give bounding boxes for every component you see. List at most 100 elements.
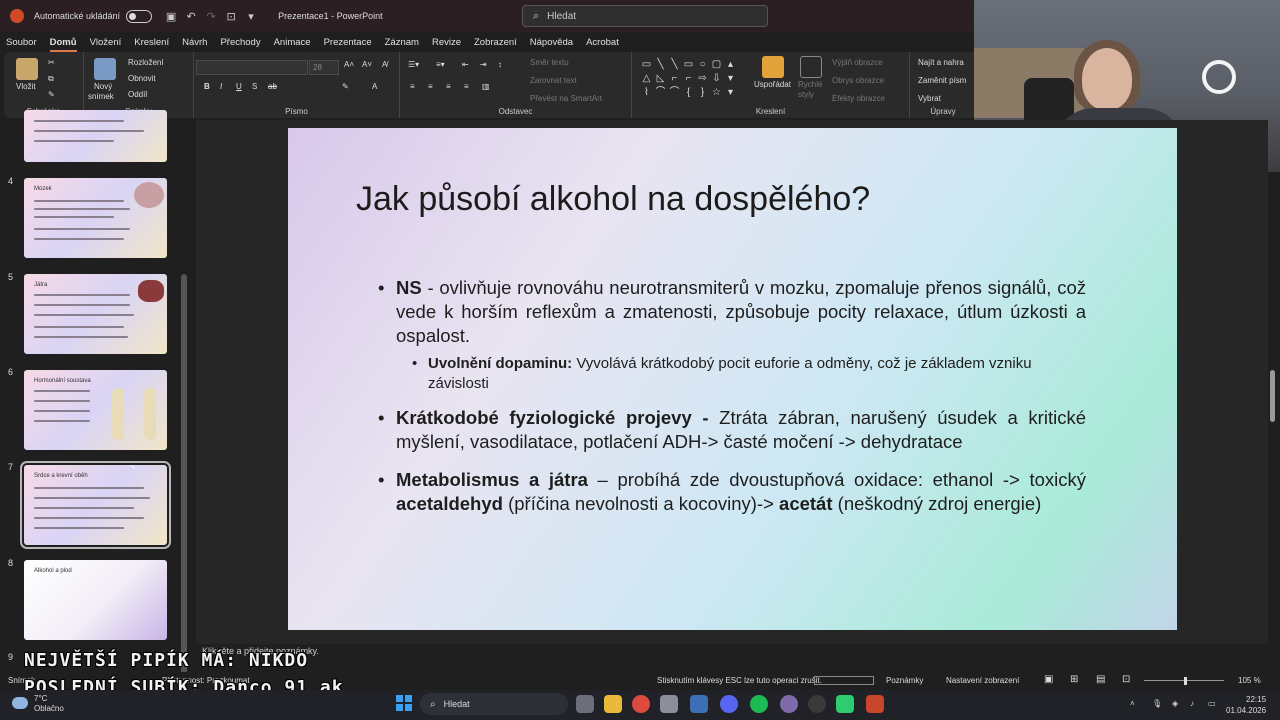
new-slide-label-2[interactable]: snímek	[88, 92, 114, 101]
align-right-button[interactable]: ≡	[446, 82, 451, 91]
file-explorer-icon[interactable]	[604, 695, 622, 713]
clock[interactable]: 22:15 01.04.2026	[1226, 694, 1266, 716]
more-shapes-icon[interactable]: ▴	[724, 58, 737, 71]
text-direction-button[interactable]: Směr textu	[530, 58, 569, 67]
brace-shape-icon[interactable]: }	[696, 86, 709, 99]
current-slide[interactable]: Jak působí alkohol na dospělého? • NS - …	[288, 128, 1177, 630]
align-center-button[interactable]: ≡	[428, 82, 433, 91]
bold-button[interactable]: B	[204, 82, 210, 91]
app-icon[interactable]	[836, 695, 854, 713]
arrow-shape-icon[interactable]: ⇩	[710, 72, 723, 85]
layout-button[interactable]: Rozložení	[128, 58, 164, 67]
oval-shape-icon[interactable]: ○	[696, 58, 709, 71]
select-button[interactable]: Vybrat	[918, 94, 941, 103]
justify-button[interactable]: ≡	[464, 82, 469, 91]
tab-zobrazeni[interactable]: Zobrazení	[474, 37, 517, 48]
tab-prezentace[interactable]: Prezentace	[324, 37, 372, 48]
align-left-button[interactable]: ≡	[410, 82, 415, 91]
font-size-field[interactable]: 28	[309, 60, 339, 75]
chrome-icon[interactable]	[632, 695, 650, 713]
app-icon[interactable]	[780, 695, 798, 713]
settings-icon[interactable]	[660, 695, 678, 713]
columns-button[interactable]: ▥	[482, 82, 490, 91]
tab-prechody[interactable]: Přechody	[220, 37, 260, 48]
battery-icon[interactable]: ▭	[1208, 698, 1216, 709]
notes-pane[interactable]: Klikněte a přidejte poznámky.	[196, 646, 1276, 662]
tab-vlozeni[interactable]: Vložení	[90, 37, 122, 48]
tab-kresleni[interactable]: Kreslení	[134, 37, 169, 48]
highlight-button[interactable]: ✎	[342, 82, 349, 91]
customize-toolbar-icon[interactable]: ▾	[244, 9, 258, 23]
slide-thumbnail[interactable]: Mozek	[24, 178, 167, 258]
search-input[interactable]: ⌕ Hledat	[522, 5, 768, 27]
italic-button[interactable]: I	[220, 82, 222, 91]
slideshow-icon[interactable]: ⊡	[1122, 674, 1130, 685]
discord-icon[interactable]	[720, 695, 738, 713]
increase-font-button[interactable]: A˄	[344, 60, 354, 69]
format-painter-icon[interactable]: ✎	[48, 90, 55, 99]
zoom-slider-thumb[interactable]	[1184, 677, 1187, 685]
paste-button[interactable]: Vložit	[16, 82, 36, 91]
curve-shape-icon[interactable]: ⌒	[654, 86, 667, 99]
increase-indent-button[interactable]: ⇥	[480, 60, 487, 69]
powerpoint-taskbar-icon[interactable]	[866, 695, 884, 713]
taskbar-search[interactable]: ⌕ Hledat	[420, 693, 568, 715]
slide-thumbnail[interactable]: Alkohol a plod	[24, 560, 167, 640]
decrease-indent-button[interactable]: ⇤	[462, 60, 469, 69]
tab-navrh[interactable]: Návrh	[182, 37, 207, 48]
textbox-shape-icon[interactable]: ▭	[640, 58, 653, 71]
photos-icon[interactable]	[690, 695, 708, 713]
section-button[interactable]: Oddíl	[128, 90, 147, 99]
windows-start-icon[interactable]	[396, 695, 412, 711]
tab-soubor[interactable]: Soubor	[6, 37, 37, 48]
slide-thumbnail[interactable]: Játra	[24, 274, 167, 354]
shadow-button[interactable]: S	[252, 82, 257, 91]
tab-revize[interactable]: Revize	[432, 37, 461, 48]
redo-icon[interactable]: ↷	[204, 9, 218, 23]
slide-sorter-icon[interactable]: ⊞	[1070, 674, 1078, 685]
more-shapes-icon[interactable]: ▾	[724, 72, 737, 85]
slide-thumbnail[interactable]: Hormonální soustava	[24, 370, 167, 450]
clear-format-button[interactable]: A̸	[382, 60, 387, 69]
network-icon[interactable]: ◈	[1172, 698, 1178, 709]
rounded-rect-shape-icon[interactable]: ▢	[710, 58, 723, 71]
tab-animace[interactable]: Animace	[274, 37, 311, 48]
copy-icon[interactable]: ⧉	[48, 74, 54, 84]
slide-thumbnail-selected[interactable]: Srdce a krevní oběh ↖	[20, 461, 171, 549]
strikethrough-button[interactable]: ab	[268, 82, 277, 91]
tab-zaznam[interactable]: Záznam	[385, 37, 419, 48]
task-view-icon[interactable]	[576, 695, 594, 713]
arc-shape-icon[interactable]: ⌒	[668, 86, 681, 99]
line-shape-icon[interactable]: ╲	[668, 58, 681, 71]
line-shape-icon[interactable]: ╲	[654, 58, 667, 71]
star-shape-icon[interactable]: ☆	[710, 86, 723, 99]
underline-button[interactable]: U	[236, 82, 242, 91]
slide-title[interactable]: Jak působí alkohol na dospělého?	[356, 180, 870, 219]
shape-outline-button[interactable]: Obrys obrazce	[832, 76, 884, 85]
tab-napoveda[interactable]: Nápověda	[530, 37, 573, 48]
slide-thumbnail[interactable]	[24, 110, 167, 162]
cut-icon[interactable]: ✂	[48, 58, 55, 67]
tab-acrobat[interactable]: Acrobat	[586, 37, 619, 48]
freeform-shape-icon[interactable]: ⌇	[640, 86, 653, 99]
font-color-button[interactable]: A	[372, 82, 377, 91]
volume-icon[interactable]: ♪	[1190, 698, 1194, 709]
weather-widget[interactable]: 7°C Oblačno	[34, 694, 64, 714]
reading-view-icon[interactable]: ▤	[1096, 674, 1105, 685]
obs-icon[interactable]	[808, 695, 826, 713]
notes-button[interactable]: Poznámky	[886, 676, 923, 685]
zoom-level[interactable]: 105 %	[1238, 676, 1261, 685]
tab-domu[interactable]: Domů	[49, 37, 77, 52]
line-spacing-button[interactable]: ↕	[498, 60, 502, 69]
triangle-shape-icon[interactable]: △	[640, 72, 653, 85]
replace-button[interactable]: Zaměnit písm	[918, 76, 966, 85]
shape-fill-button[interactable]: Výplň obrazce	[832, 58, 883, 67]
brace-shape-icon[interactable]: {	[682, 86, 695, 99]
right-triangle-shape-icon[interactable]: ◺	[654, 72, 667, 85]
display-settings-button[interactable]: Nastavení zobrazení	[946, 676, 1019, 685]
shape-effects-button[interactable]: Efekty obrazce	[832, 94, 885, 103]
present-icon[interactable]: ⊡	[224, 9, 238, 23]
undo-icon[interactable]: ↶	[184, 9, 198, 23]
slide-content[interactable]: • NS - ovlivňuje rovnováhu neurotransmit…	[378, 276, 1086, 530]
connector-shape-icon[interactable]: ⌐	[682, 72, 695, 85]
